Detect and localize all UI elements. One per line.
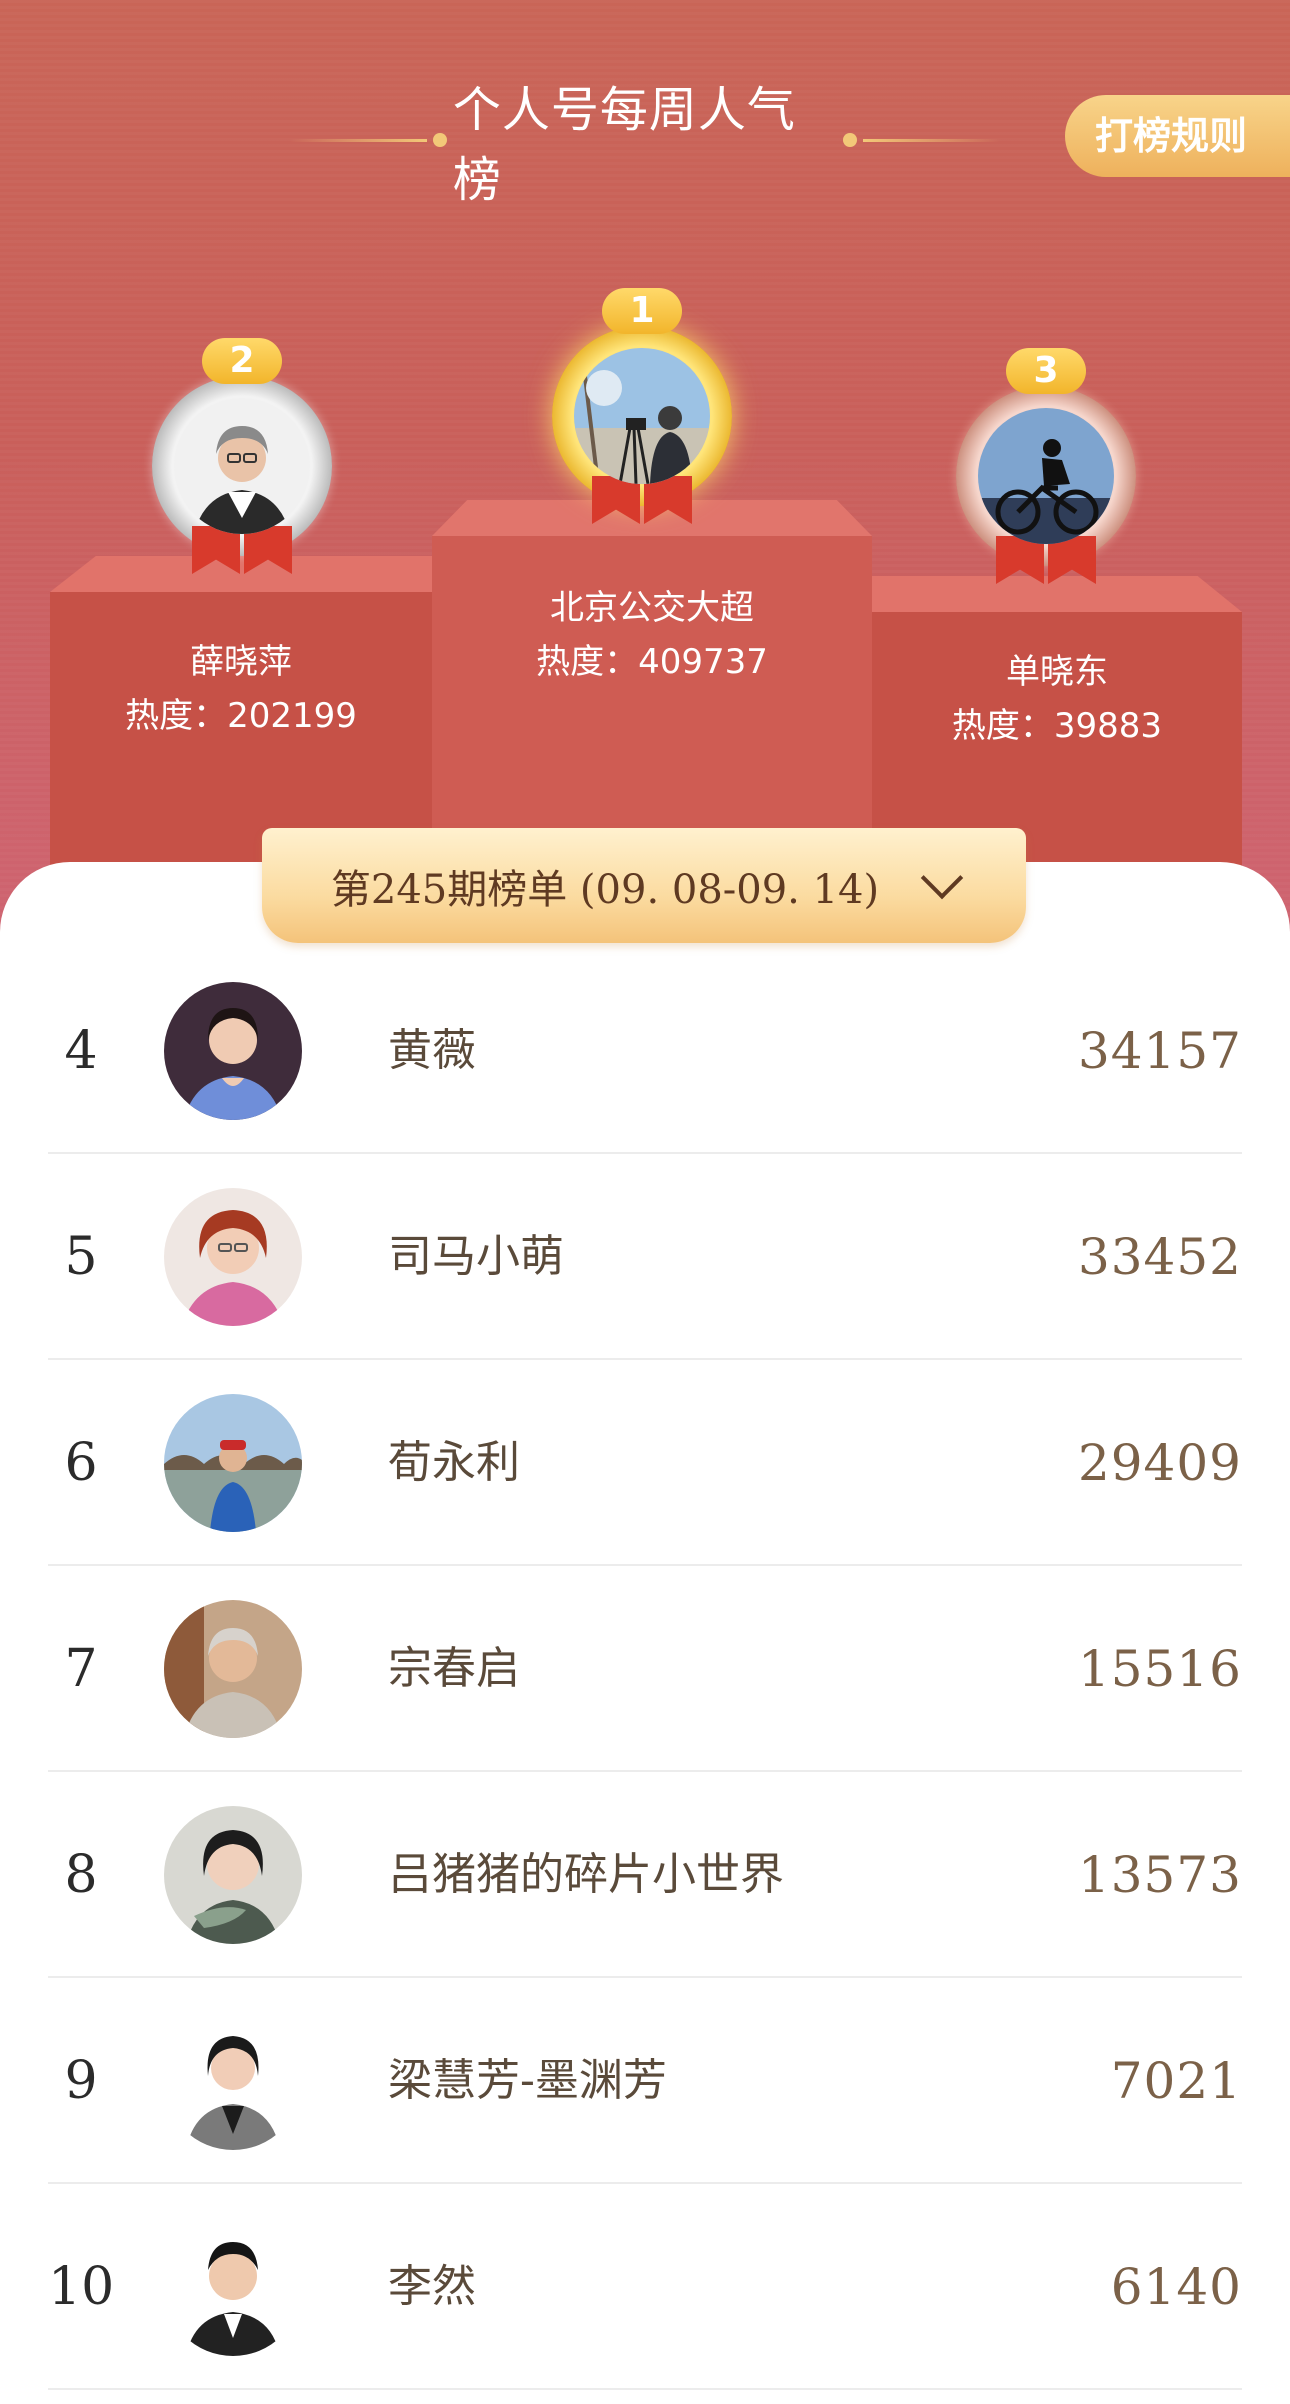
rank-number: 8 <box>64 1845 98 1905</box>
podium-name[interactable]: 单晓东 <box>872 644 1242 693</box>
medal-third[interactable]: 3 <box>956 348 1136 566</box>
man-outdoor-avatar-icon <box>164 1394 302 1532</box>
title-dot-left <box>433 133 447 147</box>
avatar <box>164 2218 302 2356</box>
woman-avatar-icon <box>164 1188 302 1326</box>
list-item[interactable]: 10 李然 6140 <box>48 2184 1242 2390</box>
man-avatar-icon <box>164 1600 302 1738</box>
period-selector[interactable]: 第245期榜单 (09. 08-09. 14) <box>262 828 1026 943</box>
ranking-rules-button[interactable]: 打榜规则 <box>1065 95 1290 177</box>
rank-score: 6140 <box>1110 2258 1242 2316</box>
rank-number: 7 <box>64 1639 98 1699</box>
avatar <box>164 2012 302 2150</box>
rank-name: 黄薇 <box>388 1025 476 1076</box>
avatar <box>174 398 310 534</box>
podium-heat: 热度：39883 <box>872 698 1242 747</box>
avatar <box>164 1188 302 1326</box>
avatar <box>164 982 302 1120</box>
podium-heat: 热度：409737 <box>432 634 872 683</box>
woman-avatar-icon <box>164 982 302 1120</box>
rank-score: 15516 <box>1077 1640 1242 1698</box>
hero-banner: 个人号每周人气榜 打榜规则 薛晓萍 热度：202199 北京公交大超 热度：40… <box>0 0 1290 960</box>
podium-heat: 热度：202199 <box>50 688 432 737</box>
list-item[interactable]: 9 梁慧芳-墨渊芳 7021 <box>48 1978 1242 2184</box>
list-item[interactable]: 6 荀永利 29409 <box>48 1360 1242 1566</box>
heat-label: 热度： <box>536 642 639 682</box>
page-title: 个人号每周人气榜 <box>290 82 1001 208</box>
rank-badge: 1 <box>602 288 682 334</box>
rank-score: 29409 <box>1077 1434 1242 1492</box>
list-item[interactable]: 7 宗春启 15516 <box>48 1566 1242 1772</box>
avatar <box>164 1600 302 1738</box>
heat-value: 39883 <box>1053 706 1163 746</box>
rank-number: 6 <box>64 1433 98 1493</box>
photographer-avatar-icon <box>574 348 710 484</box>
rank-list: 4 黄薇 34157 5 司马小萌 33452 6 荀永利 29409 7 宗春… <box>48 948 1242 2390</box>
podium-name[interactable]: 薛晓萍 <box>50 634 432 683</box>
medal-second[interactable]: 2 <box>152 338 332 556</box>
podium-name[interactable]: 北京公交大超 <box>432 580 872 629</box>
man-avatar-icon <box>164 2218 302 2356</box>
rank-number: 9 <box>64 2051 98 2111</box>
heat-value: 202199 <box>227 696 357 736</box>
rank-badge: 2 <box>202 338 282 384</box>
page-title-text: 个人号每周人气榜 <box>452 82 796 208</box>
list-item[interactable]: 4 黄薇 34157 <box>48 948 1242 1154</box>
rank-score: 33452 <box>1077 1228 1242 1286</box>
rank-name: 吕猪猪的碎片小世界 <box>388 1849 784 1900</box>
list-item[interactable]: 8 吕猪猪的碎片小世界 13573 <box>48 1772 1242 1978</box>
heat-label: 热度： <box>951 706 1054 746</box>
avatar <box>978 408 1114 544</box>
medal-first[interactable]: 1 <box>552 288 732 506</box>
woman-avatar-icon <box>164 1806 302 1944</box>
rank-name: 司马小萌 <box>388 1231 564 1282</box>
rank-number: 5 <box>64 1227 98 1287</box>
heat-value: 409737 <box>638 642 768 682</box>
rank-score: 13573 <box>1077 1846 1242 1904</box>
rank-score: 7021 <box>1110 2052 1242 2110</box>
avatar <box>164 1394 302 1532</box>
rank-number: 4 <box>64 1021 98 1081</box>
rank-score: 34157 <box>1077 1022 1242 1080</box>
title-decoration-left <box>290 138 428 142</box>
list-item[interactable]: 5 司马小萌 33452 <box>48 1154 1242 1360</box>
title-decoration-right <box>862 138 1001 142</box>
rank-badge: 3 <box>1006 348 1086 394</box>
avatar <box>574 348 710 484</box>
woman-avatar-icon <box>164 2012 302 2150</box>
woman-avatar-icon <box>174 398 310 534</box>
cyclist-avatar-icon <box>978 408 1114 544</box>
rank-number: 10 <box>48 2257 115 2317</box>
heat-label: 热度： <box>125 696 228 736</box>
avatar <box>164 1806 302 1944</box>
period-label: 第245期榜单 (09. 08-09. 14) <box>330 866 880 913</box>
rank-name: 李然 <box>388 2261 476 2312</box>
rank-name: 荀永利 <box>388 1437 520 1488</box>
rank-name: 宗春启 <box>388 1643 520 1694</box>
chevron-down-icon <box>920 856 964 899</box>
rank-name: 梁慧芳-墨渊芳 <box>388 2055 667 2106</box>
title-dot-right <box>843 133 857 147</box>
